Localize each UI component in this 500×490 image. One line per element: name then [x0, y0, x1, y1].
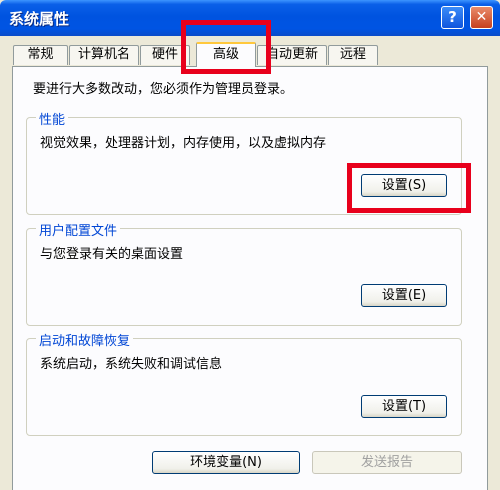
tab-computer-name[interactable]: 计算机名 — [69, 45, 139, 65]
environment-variables-button[interactable]: 环境变量(N) — [152, 451, 300, 474]
close-button[interactable]: ✕ — [470, 6, 493, 29]
settings-button-highlight — [347, 163, 471, 213]
error-reporting-button[interactable]: 发送报告 — [312, 451, 462, 474]
advanced-tab-highlight — [181, 20, 271, 74]
help-button[interactable]: ? — [441, 6, 464, 29]
tab-remote[interactable]: 远程 — [328, 45, 378, 65]
startup-recovery-description: 系统启动，系统失败和调试信息 — [40, 357, 223, 372]
user-profiles-group-title: 用户配置文件 — [36, 220, 121, 239]
user-profiles-description: 与您登录有关的桌面设置 — [40, 247, 184, 262]
user-profiles-settings-button[interactable]: 设置(E) — [361, 284, 447, 307]
admin-notice: 要进行大多数改动，您必须作为管理员登录。 — [33, 82, 294, 97]
tab-general[interactable]: 常规 — [13, 45, 68, 65]
window-title: 系统属性 — [9, 10, 70, 28]
startup-recovery-settings-button[interactable]: 设置(T) — [361, 395, 447, 418]
performance-group-title: 性能 — [36, 109, 69, 128]
startup-recovery-group-title: 启动和故障恢复 — [36, 330, 134, 349]
performance-description: 视觉效果，处理器计划，内存使用，以及虚拟内存 — [40, 136, 327, 151]
